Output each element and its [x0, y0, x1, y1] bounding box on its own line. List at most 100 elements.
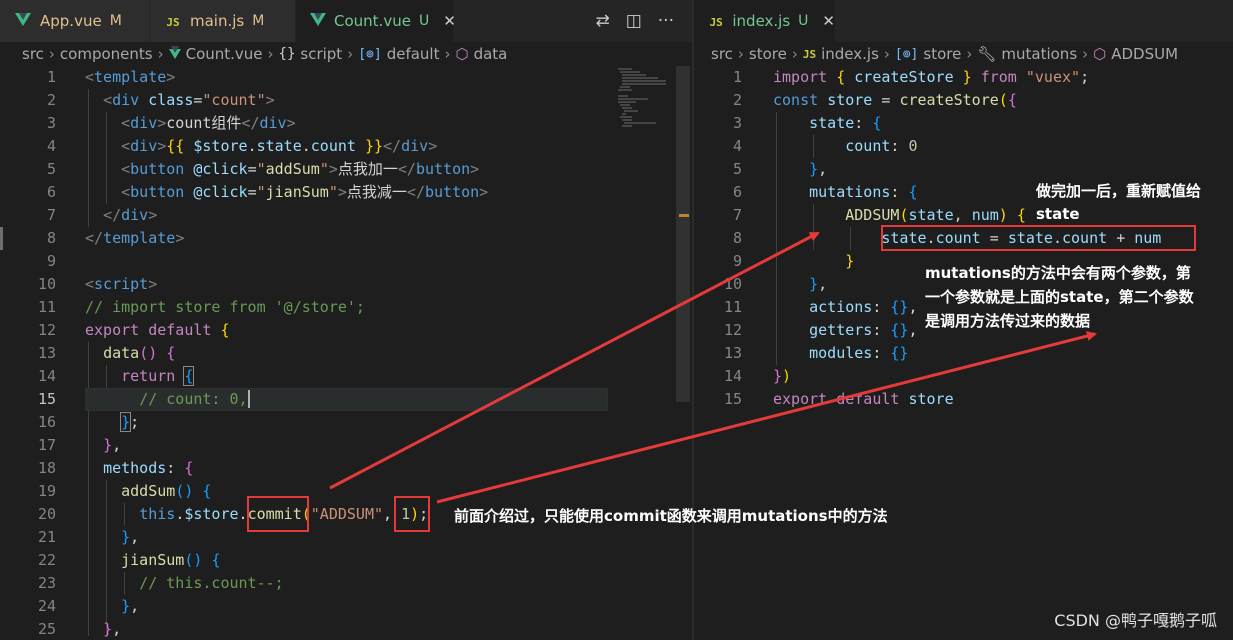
breadcrumb-item[interactable]: src	[711, 45, 733, 63]
symbol-variable-icon: [⊚]	[358, 46, 382, 62]
js-file-icon: JS	[802, 47, 817, 61]
gutter-marker	[0, 227, 3, 250]
code-line: 5 },	[732, 160, 828, 178]
highlight-box-commit	[247, 496, 309, 532]
annotation-params-1: mutations的方法中会有两个参数，第	[925, 264, 1191, 282]
code-line: 21 },	[37, 528, 140, 546]
code-line: 15 export default store	[723, 390, 954, 408]
chevron-right-icon: ›	[1082, 45, 1089, 63]
breadcrumb: src › store › JS index.js › [⊚] store › 🔧︎ m…	[694, 42, 1233, 66]
breadcrumb-item[interactable]: Count.vue	[186, 45, 263, 63]
code-line: 3 state: {	[732, 114, 882, 132]
scrollbar-thumb[interactable]	[676, 66, 690, 402]
tab-index-js[interactable]: JS index.js U ✕	[694, 0, 836, 42]
tab-bar-right: JS index.js U ✕	[694, 0, 1233, 42]
split-editor-icon[interactable]: ◫	[626, 11, 642, 31]
code-line: 16 };	[37, 412, 140, 432]
tab-label: main.js	[190, 12, 245, 30]
code-line: 2 <div class="count">	[46, 91, 275, 109]
close-icon[interactable]: ✕	[443, 12, 456, 30]
code-line: 9	[46, 252, 56, 270]
editor-actions: ⇄ ◫ ···	[595, 0, 674, 42]
code-line: 18 methods: {	[37, 459, 194, 477]
vue-file-icon	[310, 12, 326, 30]
code-line: 7 </div>	[46, 206, 158, 224]
code-line: 13 modules: {}	[723, 344, 909, 362]
highlight-box-payload	[394, 496, 430, 532]
js-file-icon: JS	[709, 16, 723, 29]
code-line: 11// import store from '@/store';	[37, 298, 365, 316]
breadcrumb-item[interactable]: script	[300, 45, 342, 63]
code-line: 4 count: 0	[732, 137, 918, 155]
tab-bar-left: App.vue M JS main.js M Count.vue U ✕ ⇄ ◫…	[0, 0, 692, 42]
code-area-left[interactable]: 1 <template> 2 <div class="count"> 3 <div…	[0, 66, 692, 640]
tab-status-badge: M	[109, 13, 122, 29]
code-line: 24 },	[37, 597, 140, 615]
breadcrumb-item[interactable]: components	[60, 45, 153, 63]
code-line: 10 <script>	[37, 275, 158, 293]
annotation-commit-note: 前面介绍过，只能使用commit函数来调用mutations中的方法	[454, 507, 888, 525]
vue-file-icon	[168, 45, 181, 63]
tab-status-badge: U	[798, 13, 809, 29]
tab-label: index.js	[732, 12, 791, 30]
wrench-icon: 🔧︎	[977, 45, 997, 63]
close-icon[interactable]: ✕	[822, 12, 835, 30]
code-line: 25 },	[37, 620, 122, 638]
breadcrumb-item[interactable]: mutations	[1001, 45, 1077, 63]
breadcrumb-item[interactable]: src	[22, 45, 44, 63]
chevron-right-icon: ›	[737, 45, 744, 63]
code-line: 2 const store = createStore({	[732, 91, 1017, 109]
code-line: 5 <button @click="addSum">点我加一</button>	[46, 160, 480, 178]
annotation-params-2: 一个参数就是上面的state，第二个参数	[925, 288, 1194, 306]
editor-pane-left: App.vue M JS main.js M Count.vue U ✕ ⇄ ◫…	[0, 0, 692, 640]
breadcrumb: src › components › Count.vue › {} script › […	[0, 42, 692, 66]
highlight-box-state-assign	[881, 225, 1196, 251]
tab-app-vue[interactable]: App.vue M	[0, 0, 150, 42]
tab-label: Count.vue	[334, 12, 411, 30]
chevron-right-icon: ›	[791, 45, 798, 63]
code-line: 12 export default {	[37, 321, 230, 339]
annotation-reassign-2: state	[1036, 205, 1080, 223]
tab-label: App.vue	[40, 12, 102, 30]
code-line: 17 },	[37, 436, 122, 454]
braces-icon: {}	[278, 46, 296, 62]
code-line: 8 </template>	[46, 229, 185, 247]
code-line: 19 addSum() {	[37, 482, 212, 500]
code-line: 22 jianSum() {	[37, 551, 221, 569]
chevron-right-icon: ›	[267, 45, 274, 63]
scrollbar-marker	[679, 214, 689, 217]
chevron-right-icon: ›	[48, 45, 55, 63]
code-line: 4 <div>{{ $store.state.count }}</div>	[46, 137, 438, 155]
code-line: 13 data() {	[37, 344, 176, 362]
breadcrumb-item[interactable]: store	[749, 45, 787, 63]
breadcrumb-item[interactable]: default	[387, 45, 440, 63]
compare-changes-icon[interactable]: ⇄	[595, 11, 609, 31]
vue-file-icon	[14, 12, 32, 30]
breadcrumb-item[interactable]: store	[923, 45, 961, 63]
tab-main-js[interactable]: JS main.js M	[150, 0, 296, 42]
chevron-right-icon: ›	[966, 45, 973, 63]
chevron-right-icon: ›	[157, 45, 164, 63]
code-area-right[interactable]: 1 import { createStore } from "vuex"; 2 co…	[694, 66, 1233, 640]
watermark: CSDN @鸭子嘎鹅子呱	[1054, 611, 1217, 630]
more-actions-icon[interactable]: ···	[658, 11, 674, 31]
chevron-right-icon: ›	[444, 45, 451, 63]
code-line: 3 <div>count组件</div>	[46, 114, 296, 132]
annotation-reassign-1: 做完加一后，重新赋值给	[1036, 182, 1202, 200]
minimap[interactable]	[616, 68, 676, 132]
tab-count-vue[interactable]: Count.vue U ✕	[296, 0, 456, 42]
annotation-params-3: 是调用方法传过来的数据	[925, 312, 1091, 330]
code-line: 14 return {	[37, 366, 195, 386]
breadcrumb-item[interactable]: data	[474, 45, 508, 63]
code-line: 6 <button @click="jianSum">点我减一</button>	[46, 183, 489, 201]
tab-status-badge: M	[252, 13, 265, 29]
code-line: 1 import { createStore } from "vuex";	[732, 68, 1090, 86]
code-line: 7 ADDSUM(state, num) {	[732, 206, 1026, 224]
chevron-right-icon: ›	[347, 45, 354, 63]
code-line: 1 <template>	[46, 68, 176, 86]
chevron-right-icon: ›	[883, 45, 890, 63]
cube-icon: ⬡	[1093, 45, 1107, 63]
code-line: 14})	[723, 367, 792, 385]
breadcrumb-item[interactable]: index.js	[821, 45, 879, 63]
breadcrumb-item[interactable]: ADDSUM	[1111, 45, 1178, 63]
